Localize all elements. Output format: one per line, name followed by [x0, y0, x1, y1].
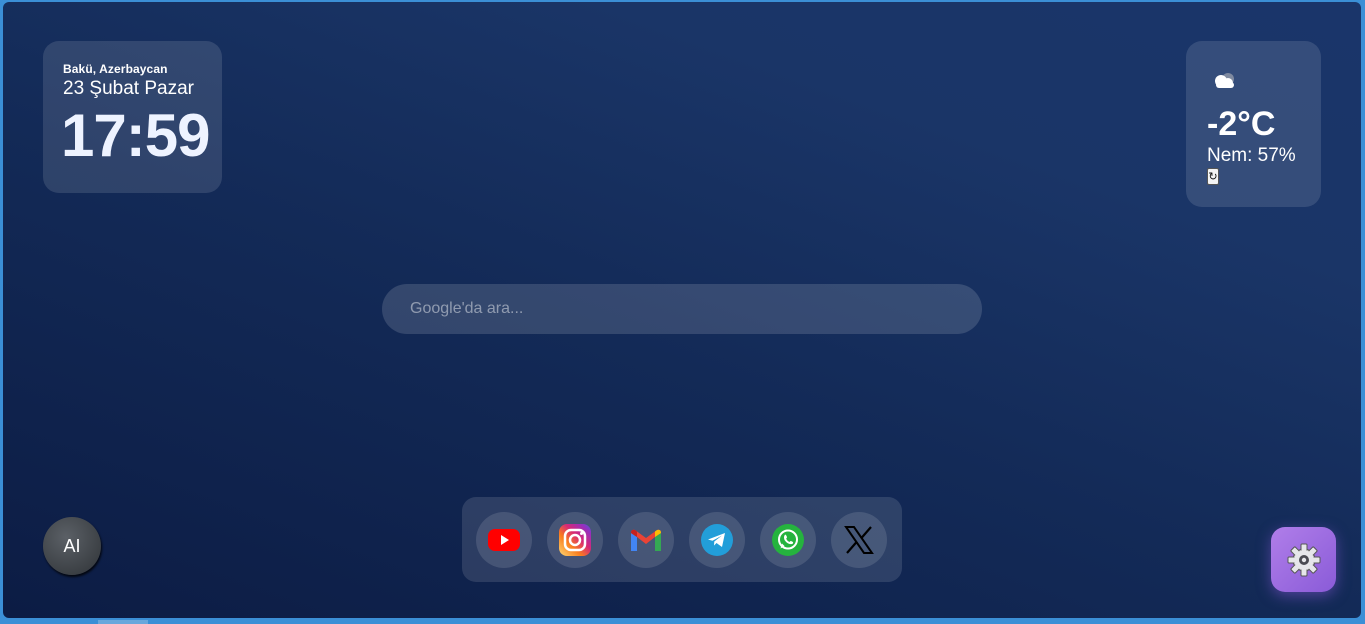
- taskbar-indicator: [98, 620, 148, 624]
- weather-temperature: -2°C: [1207, 105, 1276, 143]
- clock-location: Bakü, Azerbaycan: [63, 62, 168, 76]
- gmail-icon: [631, 529, 661, 551]
- new-tab-page: Bakü, Azerbaycan 23 Şubat Pazar 17:59 -2…: [3, 2, 1361, 618]
- weather-refresh-button[interactable]: ↻: [1207, 168, 1219, 185]
- instagram-link[interactable]: [547, 512, 603, 568]
- settings-button[interactable]: [1271, 527, 1336, 592]
- app-dock: [462, 497, 902, 582]
- weather-widget: -2°C Nem: 57% ↻: [1186, 41, 1321, 207]
- youtube-icon: [488, 529, 520, 551]
- clock-widget: Bakü, Azerbaycan 23 Şubat Pazar 17:59: [43, 41, 222, 193]
- youtube-link[interactable]: [476, 512, 532, 568]
- gear-icon: [1287, 543, 1320, 576]
- ai-assistant-button[interactable]: AI: [43, 517, 101, 575]
- clock-date: 23 Şubat Pazar: [63, 78, 194, 99]
- clock-time: 17:59: [61, 102, 210, 169]
- telegram-icon: [701, 524, 733, 556]
- search-input[interactable]: [382, 284, 982, 334]
- x-icon: [844, 526, 874, 554]
- whatsapp-icon: [772, 524, 804, 556]
- instagram-icon: [559, 524, 591, 556]
- x-link[interactable]: [831, 512, 887, 568]
- cloud-icon: [1215, 73, 1234, 88]
- weather-humidity: Nem: 57%: [1207, 145, 1296, 166]
- whatsapp-link[interactable]: [760, 512, 816, 568]
- gmail-link[interactable]: [618, 512, 674, 568]
- ai-button-label: AI: [63, 535, 81, 556]
- telegram-link[interactable]: [689, 512, 745, 568]
